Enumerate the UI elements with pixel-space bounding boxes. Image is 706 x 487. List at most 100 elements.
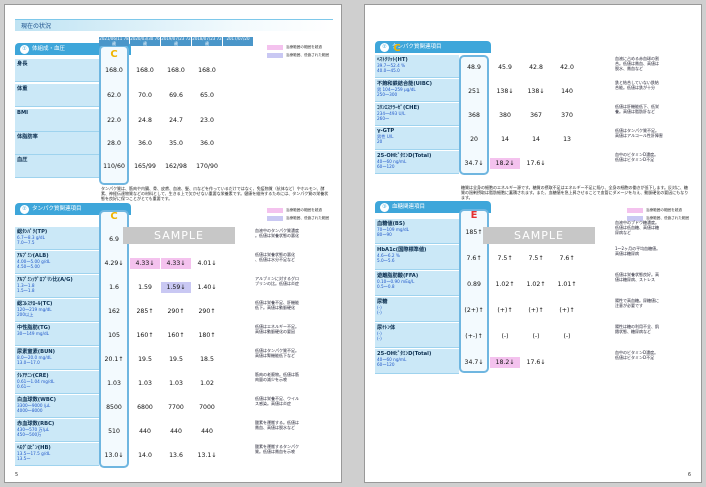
section-number-icon: ③ — [380, 203, 389, 212]
row-name: ｱﾙﾌﾞﾐﾝ(ALB) — [17, 253, 49, 259]
row-comment: 低値は肝機能低下、低栄 養。高値は脂肪肝など — [615, 104, 659, 114]
row-range-optimal: 4.50〜5.00 — [17, 264, 40, 269]
row-range-optimal: 60〜120 — [377, 164, 395, 169]
row-range-optimal: 13.0〜17.0 — [17, 360, 40, 365]
row-range-optimal: 0.61〜 — [17, 384, 31, 389]
value-cell: 19.5 — [138, 355, 152, 363]
value-cell: 105 — [108, 331, 120, 339]
sample-watermark: SAMPLE — [123, 227, 235, 244]
value-cell: 180↑ — [198, 331, 216, 339]
row-range-optimal: 450〜500万 — [17, 432, 42, 437]
value-cell: 14 — [532, 135, 540, 143]
value-cell: 20.1↑ — [104, 355, 124, 363]
value-cell: 1.6 — [109, 283, 119, 291]
value-cell: 70.0 — [138, 92, 152, 99]
value-cell: 138↓ — [496, 87, 514, 95]
date-header: 2018/07/23 72歳 — [192, 37, 222, 46]
row-name: 尿素窒素(BUN) — [17, 349, 55, 355]
value-cell: 42.8 — [529, 63, 543, 71]
value-cell: 14.0 — [138, 451, 152, 459]
value-cell: (-) — [563, 332, 571, 340]
row-comment: 血液に占める赤血球の割 合。低値は貧血、高値は 脱水、貧血など — [615, 56, 659, 71]
value-cell: 170/90 — [196, 163, 218, 170]
value-cell: 18.2↓ — [490, 157, 520, 169]
value-cell: 19.5 — [169, 355, 183, 363]
value-cell: 1.03 — [138, 379, 152, 387]
row-name: 遊離脂肪酸(FFA) — [377, 273, 419, 279]
row-label: 白血球数(WBC) 3300〜9000 /μL 4000〜8000 — [15, 395, 99, 418]
value-cell: 0.89 — [467, 280, 481, 288]
value-cell: 1.59 — [138, 283, 152, 291]
row-range-optimal: 80〜90 — [377, 232, 392, 237]
value-cell: 6800 — [137, 403, 153, 411]
value-cell: 140 — [561, 87, 573, 95]
row-name: 25-OHﾋﾞﾀﾐﾝD(Total) — [377, 351, 432, 357]
value-cell: 18.5 — [200, 355, 214, 363]
blue-swatch — [267, 53, 283, 58]
value-cell: 1.01↑ — [557, 280, 577, 288]
row-comment: 低値は栄養状態良好。高 値は糖尿病、ストレス — [615, 272, 659, 282]
row-comment: 低値はタンパク質不足。 高値はアルコール性肝障害 — [615, 128, 663, 138]
row-comment: 低値はタンパク質不足。 高値は腎機能低下など — [255, 348, 299, 358]
row-label: 総ｺﾚｽﾃﾛｰﾙ(TC) 120〜219 mg/dL 200以上 — [15, 299, 99, 322]
value-cell: 370 — [561, 111, 573, 119]
legend-blue-label: 治療範囲、低値された範囲 — [286, 216, 330, 220]
value-cell: 4.01↓ — [197, 259, 217, 267]
row-range-optimal: 0.5〜0.8 — [377, 284, 395, 289]
value-cell: 65.0 — [200, 92, 214, 99]
value-cell: 28.0 — [107, 140, 121, 147]
value-cell: (-) — [501, 332, 509, 340]
row-label: HbA1c(国際標準値) 4.6〜6.2 % 5.0〜5.6 — [375, 245, 459, 270]
row-label: 尿ｹﾄﾝ体 (-) (-) — [375, 323, 459, 348]
row-label: 総ﾀﾝﾊﾟｸ(TP) 6.7〜8.3 g/dL 7.0〜7.5 — [15, 227, 99, 250]
value-cell: 17.6↓ — [526, 358, 546, 366]
value-cell: 1.02↑ — [526, 280, 546, 288]
value-cell: 35.0 — [169, 140, 183, 147]
legend-pink-label: 治療範囲の範囲を超過 — [286, 45, 322, 49]
value-cell: 290↑ — [167, 307, 185, 315]
value-cell: (+)↑ — [528, 306, 544, 314]
row-range-optimal: 5.0〜5.6 — [377, 258, 395, 263]
value-cell: 4.33↓ — [161, 257, 191, 269]
row-label: γ-GTP 男性 U/L 20 — [375, 127, 459, 150]
row-name: 総ﾀﾝﾊﾟｸ(TP) — [17, 229, 48, 235]
legend-pink-2: 治療範囲の範囲を超過 — [267, 208, 322, 213]
value-cell: 13 — [563, 135, 571, 143]
legend-blue-label: 治療範囲、低値された範囲 — [286, 53, 330, 57]
row-comment: 血液中のタンパク質濃度 。低値は栄養状態の悪化 — [255, 228, 299, 238]
section-intro-text: 糖質は全身の細胞のエネルギー源です。糖質の摂取不足はエネルギー不足に陥り、全身の… — [461, 185, 689, 200]
row-name: 尿糖 — [377, 299, 388, 305]
row-comment: 低値は栄養状態の悪化 、低値は水分不足など — [255, 252, 295, 262]
value-cell: 440 — [170, 427, 182, 435]
legend-pink-label: 治療範囲の範囲を超過 — [646, 208, 682, 212]
row-range: 30〜149 mg/dL — [17, 331, 49, 336]
row-comment: 1〜2ヶ月の平均血糖値。 高値は糖尿病 — [615, 246, 661, 256]
value-cell: 7700 — [168, 403, 184, 411]
value-cell: 42.0 — [560, 63, 574, 71]
grade-badge: C — [393, 43, 401, 54]
row-comment: 陽性は糖の利用不全、飢 餓状態、糖尿病など — [615, 324, 659, 334]
value-cell: (+)↑ — [497, 306, 513, 314]
value-cell — [552, 158, 582, 169]
row-label: 身長 — [15, 59, 99, 82]
value-cell: 290↑ — [198, 307, 216, 315]
value-cell: 110/60 — [103, 163, 125, 170]
page-number: 5 — [15, 472, 19, 478]
date-header: 2021/06/11 78歳 — [99, 37, 129, 46]
value-cell: 13.6 — [169, 451, 183, 459]
row-comment: 低値はエネルギー不足。 高値は動脈硬化の要因 — [255, 324, 299, 334]
row-name: ｺﾘﾝｴｽﾃﾗｰｾﾞ(CHE) — [377, 105, 420, 111]
value-cell: (2+)↑ — [464, 306, 484, 314]
value-cell — [552, 357, 582, 368]
row-range-optimal: 1.5〜1.8 — [17, 288, 35, 293]
row-label: 不飽和鉄結合能(UIBC) 男 104〜259 μg/dL 250〜300 — [375, 79, 459, 102]
report-page-5: 現在の状況 ① 体組成・血圧 2021/06/11 78歳 2020/03/30 7… — [4, 4, 342, 483]
row-comment: 低値は栄養不足、ウイル ス感染。高値は炎症 — [255, 396, 299, 406]
row-name: 尿ｹﾄﾝ体 — [377, 325, 396, 331]
value-cell: 36.0 — [200, 140, 214, 147]
report-page-6: ② タンパク質関連項目 C ﾍﾏﾄｸﾘｯﾄ(HT) 39.7〜52.4 % 40.0〜… — [364, 4, 702, 483]
row-name: 体脂肪率 — [17, 134, 38, 140]
value-cell: 1.40↓ — [197, 283, 217, 291]
value-cell: 168.0 — [136, 67, 154, 74]
row-name: 総ｺﾚｽﾃﾛｰﾙ(TC) — [17, 301, 53, 307]
